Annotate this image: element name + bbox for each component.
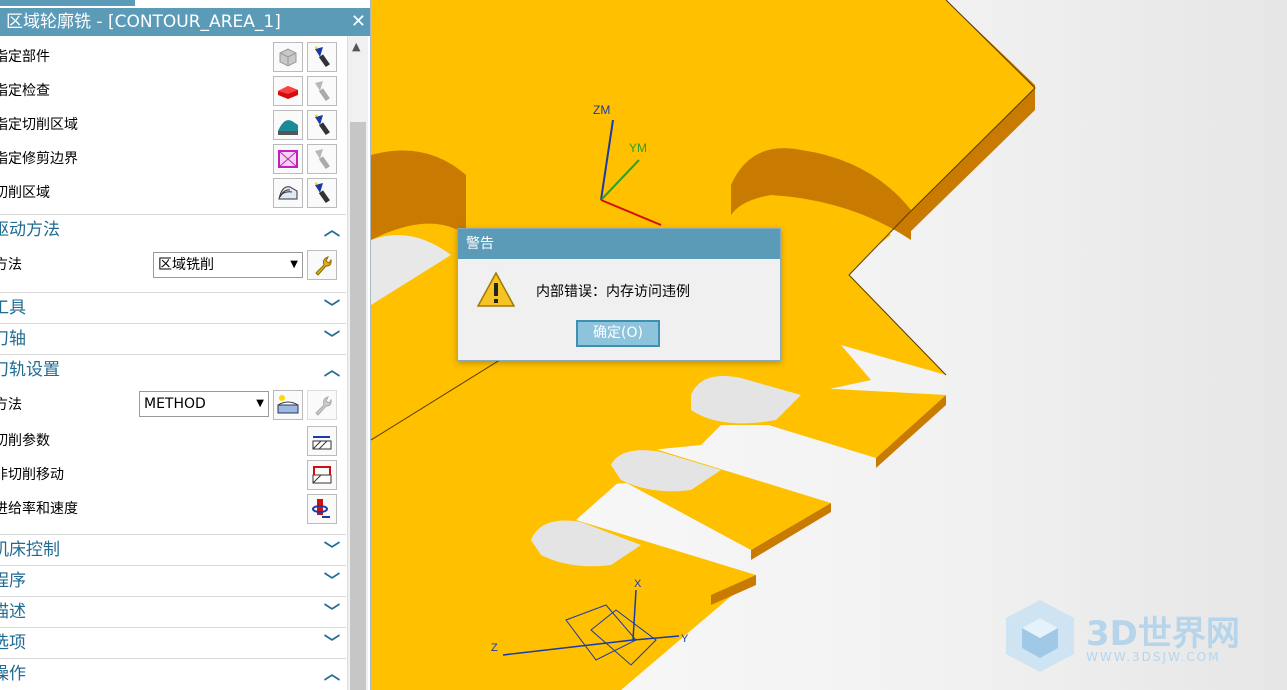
section-label: 刀轴 — [0, 329, 26, 349]
row-path-method: 方法 METHOD ▼ — [0, 388, 346, 422]
watermark-cube-icon — [1006, 600, 1074, 672]
row-label: 进给率和速度 — [0, 501, 78, 517]
section-tool[interactable]: 工具 ﹀ — [0, 292, 346, 323]
section-tool-axis[interactable]: 刀轴 ﹀ — [0, 323, 346, 354]
select-value: METHOD — [144, 396, 206, 412]
chevron-down-icon[interactable]: ﹀ — [324, 566, 340, 596]
axis-label-x: X — [634, 578, 642, 590]
row-label: 切削参数 — [0, 433, 50, 449]
row-label: 切削区域 — [0, 185, 50, 201]
section-options[interactable]: 选项 ﹀ — [0, 627, 346, 658]
section-label: 机床控制 — [0, 540, 60, 560]
cut-parameters-icon[interactable] — [307, 426, 337, 456]
scroll-thumb[interactable] — [350, 122, 366, 690]
dropdown-arrow-icon: ▼ — [290, 259, 298, 270]
flashlight-icon[interactable] — [307, 110, 337, 140]
row-label: 指定修剪边界 — [0, 151, 78, 167]
row-specify-check: 指定检查 — [0, 74, 346, 108]
flashlight-icon[interactable] — [307, 76, 337, 106]
drive-method-select[interactable]: 区域铣削 ▼ — [153, 252, 303, 278]
flashlight-icon[interactable] — [307, 42, 337, 72]
row-label: 指定检查 — [0, 83, 50, 99]
section-label: 刀轨设置 — [0, 360, 60, 380]
row-label: 方法 — [0, 257, 22, 273]
wrench-edit-icon[interactable] — [307, 390, 337, 420]
chevron-down-icon[interactable]: ﹀ — [324, 597, 340, 627]
wrench-edit-icon[interactable] — [307, 250, 337, 280]
row-label: 非切削移动 — [0, 467, 64, 483]
check-body-icon[interactable] — [273, 76, 303, 106]
dialog-titlebar: 区域轮廓铣 - [CONTOUR_AREA_1] ✕ — [0, 8, 370, 36]
row-label: 方法 — [0, 397, 22, 413]
row-cut-parameters: 切削参数 — [0, 424, 346, 458]
section-label: 操作 — [0, 664, 26, 684]
section-label: 程序 — [0, 571, 26, 591]
top-tab-strip — [0, 0, 135, 6]
trim-boundary-icon[interactable] — [273, 144, 303, 174]
warning-message: 内部错误：内存访问违例 — [536, 284, 690, 300]
select-value: 区域铣削 — [158, 257, 214, 273]
chevron-down-icon[interactable]: ﹀ — [324, 535, 340, 565]
axis-label-ym: YM — [629, 141, 647, 155]
row-cut-region: 切削区域 — [0, 176, 346, 210]
panel-scrollbar[interactable]: ▲ — [347, 36, 368, 690]
ok-button[interactable]: 确定(O) — [576, 320, 660, 347]
axis-label-y: Y — [681, 633, 689, 645]
row-feeds-speeds: 进给率和速度 — [0, 492, 346, 526]
operation-dialog-panel: 区域轮廓铣 - [CONTOUR_AREA_1] ✕ 指定部件 指定检查 指定切… — [0, 0, 371, 690]
close-icon[interactable]: ✕ — [351, 8, 366, 36]
chevron-up-icon[interactable]: ︿ — [324, 659, 340, 689]
row-specify-part: 指定部件 — [0, 40, 346, 74]
warning-icon — [476, 271, 516, 313]
chevron-down-icon[interactable]: ﹀ — [324, 628, 340, 658]
row-specify-trim-boundary: 指定修剪边界 — [0, 142, 346, 176]
section-label: 工具 — [0, 298, 26, 318]
section-program[interactable]: 程序 ﹀ — [0, 565, 346, 596]
non-cutting-moves-icon[interactable] — [307, 460, 337, 490]
section-machine-control[interactable]: 机床控制 ﹀ — [0, 534, 346, 565]
flashlight-icon[interactable] — [307, 178, 337, 208]
watermark: 3D世界网 WWW.3DSJW.COM — [1002, 598, 1240, 678]
row-label: 指定切削区域 — [0, 117, 78, 133]
watermark-brand: 3D世界网 — [1086, 614, 1240, 654]
axis-label-z: Z — [491, 642, 498, 654]
part-cube-icon[interactable] — [273, 42, 303, 72]
chevron-down-icon[interactable]: ﹀ — [324, 324, 340, 354]
warning-dialog: 警告 内部错误：内存访问违例 确定(O) — [457, 228, 781, 361]
section-drive-method[interactable]: 驱动方法 ︿ — [0, 214, 346, 245]
section-path-settings[interactable]: 刀轨设置 ︿ — [0, 354, 346, 385]
dropdown-arrow-icon: ▼ — [256, 398, 264, 409]
row-label: 指定部件 — [0, 49, 50, 65]
cut-area-icon[interactable] — [273, 110, 303, 140]
warning-dialog-title: 警告 — [458, 229, 780, 259]
row-drive-method: 方法 区域铣削 ▼ — [0, 248, 346, 282]
dialog-title: 区域轮廓铣 - [CONTOUR_AREA_1] — [6, 12, 281, 32]
watermark-url: WWW.3DSJW.COM — [1086, 650, 1221, 664]
row-non-cutting-moves: 非切削移动 — [0, 458, 346, 492]
section-operation[interactable]: 操作 ︿ — [0, 658, 346, 689]
chevron-up-icon[interactable]: ︿ — [324, 215, 340, 245]
section-label: 驱动方法 — [0, 220, 60, 240]
flashlight-icon[interactable] — [307, 144, 337, 174]
create-method-icon[interactable] — [273, 390, 303, 420]
feeds-speeds-icon[interactable] — [307, 494, 337, 524]
section-description[interactable]: 描述 ﹀ — [0, 596, 346, 627]
row-specify-cut-area: 指定切削区域 — [0, 108, 346, 142]
method-select[interactable]: METHOD ▼ — [139, 391, 269, 417]
chevron-down-icon[interactable]: ﹀ — [324, 293, 340, 323]
cut-region-icon[interactable] — [273, 178, 303, 208]
section-label: 选项 — [0, 633, 26, 653]
section-label: 描述 — [0, 602, 26, 622]
axis-label-zm: ZM — [593, 103, 610, 117]
chevron-up-icon[interactable]: ︿ — [324, 355, 340, 385]
scroll-up-arrow-icon[interactable]: ▲ — [352, 40, 360, 53]
